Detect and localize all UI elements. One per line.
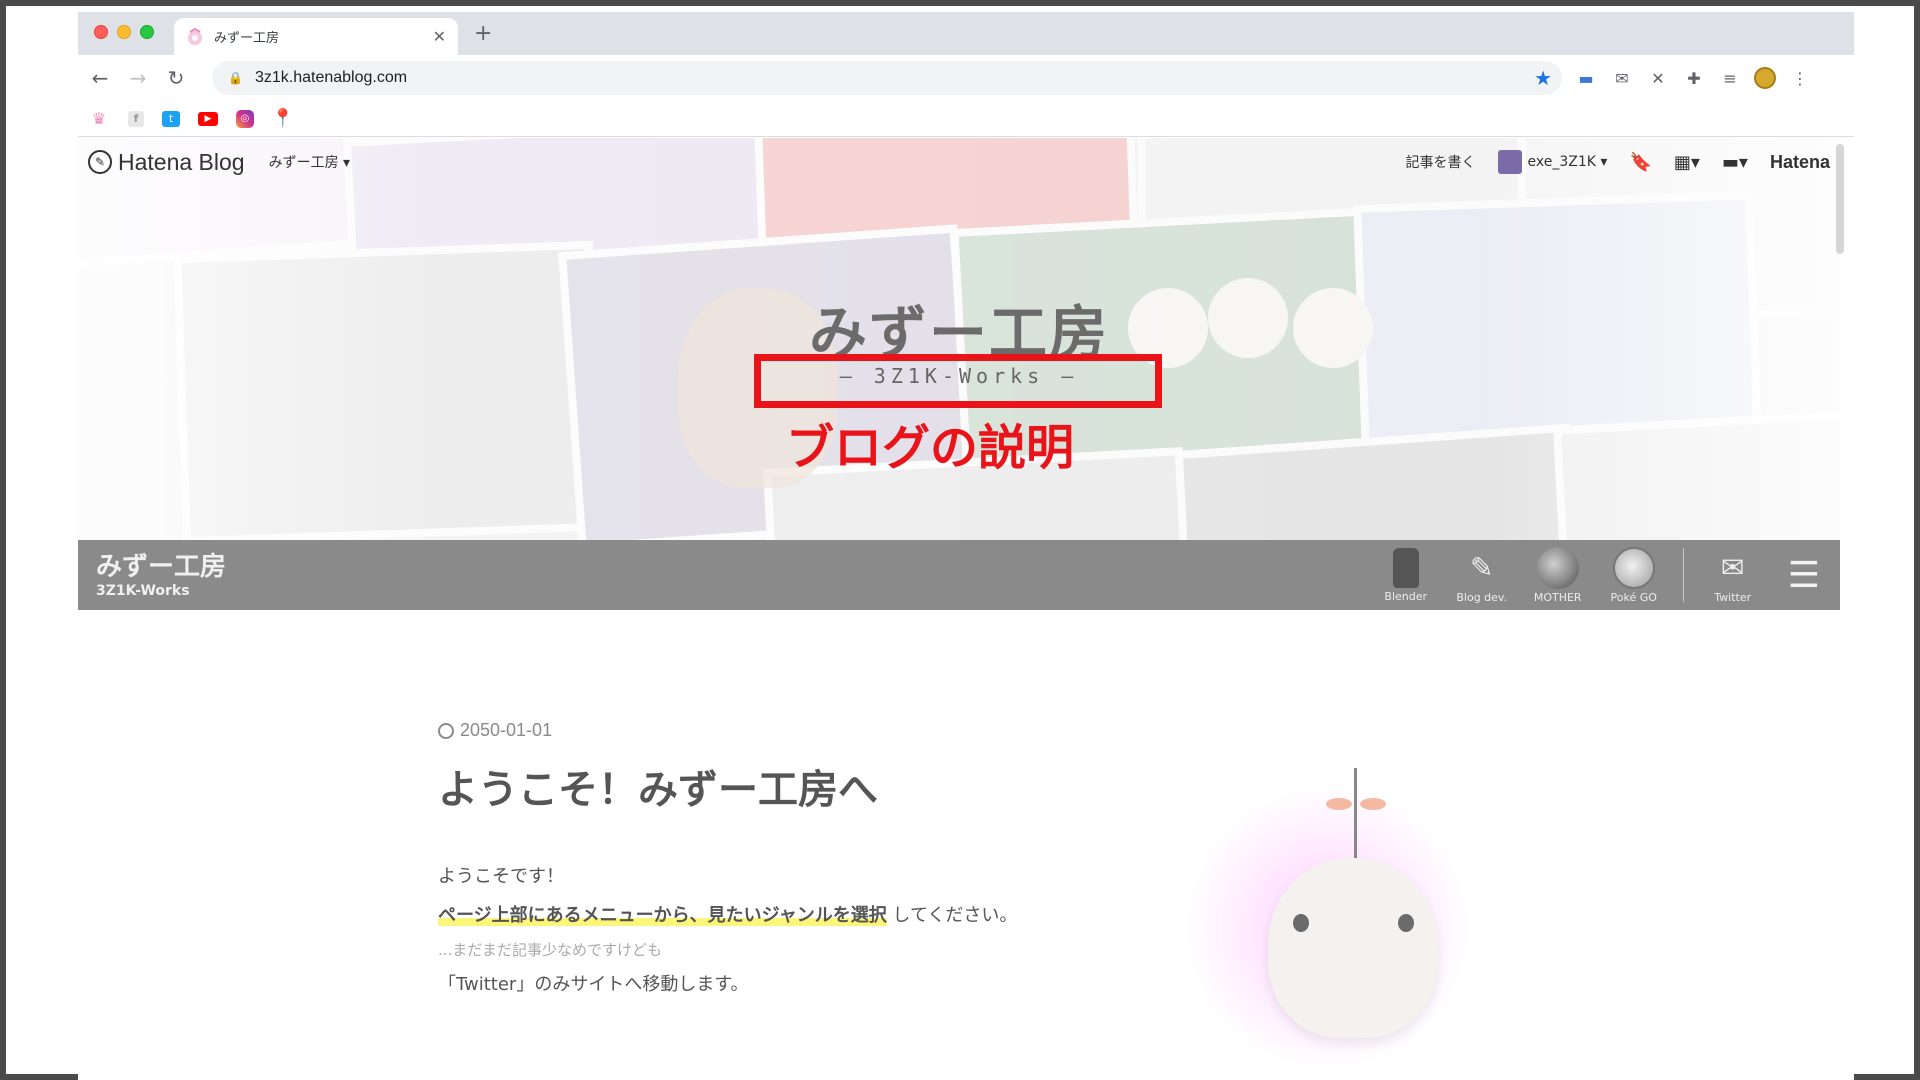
bird-icon: ✉ <box>1720 551 1745 584</box>
close-window-button[interactable] <box>94 25 108 39</box>
menu-item-blog-dev[interactable]: ✎ Blog dev. <box>1455 547 1509 604</box>
tab-title: みずー工房 <box>214 31 280 46</box>
menu-item-poke-go[interactable]: Poké GO <box>1607 546 1661 604</box>
hatena-blog-logo-text: Hatena Blog <box>118 148 245 175</box>
lantern-icon <box>1392 547 1419 588</box>
puzzle-extension-icon[interactable]: ✚ <box>1682 66 1706 90</box>
browser-chrome: みずー工房 ✕ + ← → ↻ 🔒 3z1k.hatenablog.com ★ … <box>78 12 1854 138</box>
minimize-window-button[interactable] <box>117 25 131 39</box>
category-menu: Blender ✎ Blog dev. MOTHER Poké GO ✉ Twi… <box>1379 546 1840 604</box>
url-text[interactable]: 3z1k.hatenablog.com <box>255 69 1534 87</box>
forward-icon[interactable]: → <box>122 62 154 94</box>
pokecoin-icon <box>1612 546 1655 589</box>
menu-item-twitter[interactable]: ✉ Twitter <box>1706 547 1760 604</box>
scrollbar[interactable] <box>1834 142 1846 1072</box>
chat-extension-icon[interactable]: ▬ <box>1574 66 1598 90</box>
menu-item-label: Twitter <box>1714 590 1752 604</box>
user-menu[interactable]: exe_3Z1K ▾ <box>1497 150 1608 174</box>
bookmark-icon[interactable]: 🔖 <box>1629 152 1651 173</box>
hatena-bookmark-icon[interactable]: ♛ <box>88 109 110 128</box>
hatena-logo-link[interactable]: Hatena <box>1770 152 1830 173</box>
band-title-block[interactable]: みずー工房 3Z1K-Works <box>78 551 226 599</box>
youtube-bookmark-icon[interactable]: ▶ <box>198 111 218 126</box>
hatena-pen-icon: ✎ <box>88 150 112 174</box>
address-bar[interactable]: 🔒 3z1k.hatenablog.com ★ <box>212 61 1562 95</box>
browser-tab[interactable]: みずー工房 ✕ <box>174 18 458 55</box>
menu-item-label: Poké GO <box>1610 590 1657 604</box>
header-image-collage: ✎ Hatena Blog みずー工房 ▾ 記事を書く exe_3Z1K ▾ 🔖… <box>78 138 1840 540</box>
back-icon[interactable]: ← <box>84 62 116 94</box>
menu-item-label: Blog dev. <box>1456 590 1508 604</box>
hamburger-menu-icon[interactable]: ☰ <box>1788 555 1820 596</box>
blog-select-dropdown[interactable]: みずー工房 ▾ <box>269 152 350 172</box>
instagram-bookmark-icon[interactable]: ◎ <box>236 109 254 128</box>
article-date-text: 2050-01-01 <box>460 720 553 740</box>
hatena-favicon-icon <box>188 27 202 45</box>
lock-icon: 🔒 <box>228 71 243 85</box>
band-blog-title: みずー工房 <box>96 552 227 582</box>
twitter-bookmark-icon[interactable]: t <box>162 110 180 127</box>
notifications-icon[interactable]: ▬▾ <box>1722 152 1748 173</box>
article-date[interactable]: 2050-01-01 <box>438 720 1438 741</box>
category-navigation-bar: みずー工房 3Z1K-Works Blender ✎ Blog dev. MOT… <box>78 540 1840 610</box>
profile-avatar[interactable] <box>1754 67 1776 89</box>
hatena-blog-logo[interactable]: ✎ Hatena Blog <box>88 149 245 176</box>
maximize-window-button[interactable] <box>140 25 154 39</box>
highlighted-text: ページ上部にあるメニューから、見たいジャンルを選択 <box>438 905 887 926</box>
scrollbar-thumb[interactable] <box>1836 144 1844 254</box>
menu-kebab-icon[interactable]: ⋮ <box>1788 66 1812 90</box>
mascot-eye <box>1293 914 1309 932</box>
mail-extension-icon[interactable]: ✉ <box>1610 66 1634 90</box>
menu-item-mother[interactable]: MOTHER <box>1531 546 1585 604</box>
menu-item-label: MOTHER <box>1533 590 1582 604</box>
tools-icon: ✎ <box>1469 551 1494 584</box>
band-blog-subtitle: 3Z1K-Works <box>96 583 190 599</box>
tab-strip: みずー工房 ✕ + <box>78 12 1854 55</box>
facebook-bookmark-icon[interactable]: f <box>128 110 144 127</box>
mascot-illustration <box>1158 768 1498 1068</box>
user-avatar <box>1497 150 1522 174</box>
menu-divider <box>1682 548 1684 602</box>
maps-bookmark-icon[interactable]: 📍 <box>272 108 294 129</box>
mascot-propeller <box>1326 798 1386 814</box>
propeller-blade <box>1360 798 1386 810</box>
hatena-global-bar: ✎ Hatena Blog みずー工房 ▾ 記事を書く exe_3Z1K ▾ 🔖… <box>78 138 1840 186</box>
mascot-body <box>1268 858 1438 1038</box>
annotation-label: ブログの説明 <box>786 420 1075 476</box>
write-entry-link[interactable]: 記事を書く <box>1406 152 1476 172</box>
hatena-bar-actions: 記事を書く exe_3Z1K ▾ 🔖 ▦▾ ▬▾ Hatena <box>1406 150 1830 174</box>
x-extension-icon[interactable]: ✕ <box>1646 66 1670 90</box>
browser-toolbar: ← → ↻ 🔒 3z1k.hatenablog.com ★ ▬ ✉ ✕ ✚ ≡ … <box>78 55 1854 101</box>
menu-item-blender[interactable]: Blender <box>1379 547 1433 603</box>
menu-item-label: Blender <box>1384 589 1428 603</box>
earth-icon <box>1536 546 1579 589</box>
reading-list-icon[interactable]: ≡ <box>1718 66 1742 90</box>
new-tab-button[interactable]: + <box>474 21 492 46</box>
tab-close-icon[interactable]: ✕ <box>433 27 446 46</box>
username: exe_3Z1K ▾ <box>1527 154 1608 170</box>
mascot-eye <box>1398 914 1414 932</box>
article-line-rest: してください。 <box>892 905 1018 926</box>
screenshot-frame: みずー工房 ✕ + ← → ↻ 🔒 3z1k.hatenablog.com ★ … <box>0 0 1920 1080</box>
reload-icon[interactable]: ↻ <box>160 62 192 94</box>
extensions-bar: ▬ ✉ ✕ ✚ ≡ ⋮ <box>1574 61 1812 95</box>
annotation-highlight-box <box>754 354 1162 408</box>
web-page: ✎ Hatena Blog みずー工房 ▾ 記事を書く exe_3Z1K ▾ 🔖… <box>78 138 1854 1080</box>
bookmark-star-icon[interactable]: ★ <box>1534 66 1552 90</box>
bookmarks-bar: ♛ f t ▶ ◎ 📍 <box>78 101 1854 137</box>
clock-icon <box>438 722 454 739</box>
apps-grid-icon[interactable]: ▦▾ <box>1674 152 1700 173</box>
propeller-blade <box>1326 798 1352 810</box>
